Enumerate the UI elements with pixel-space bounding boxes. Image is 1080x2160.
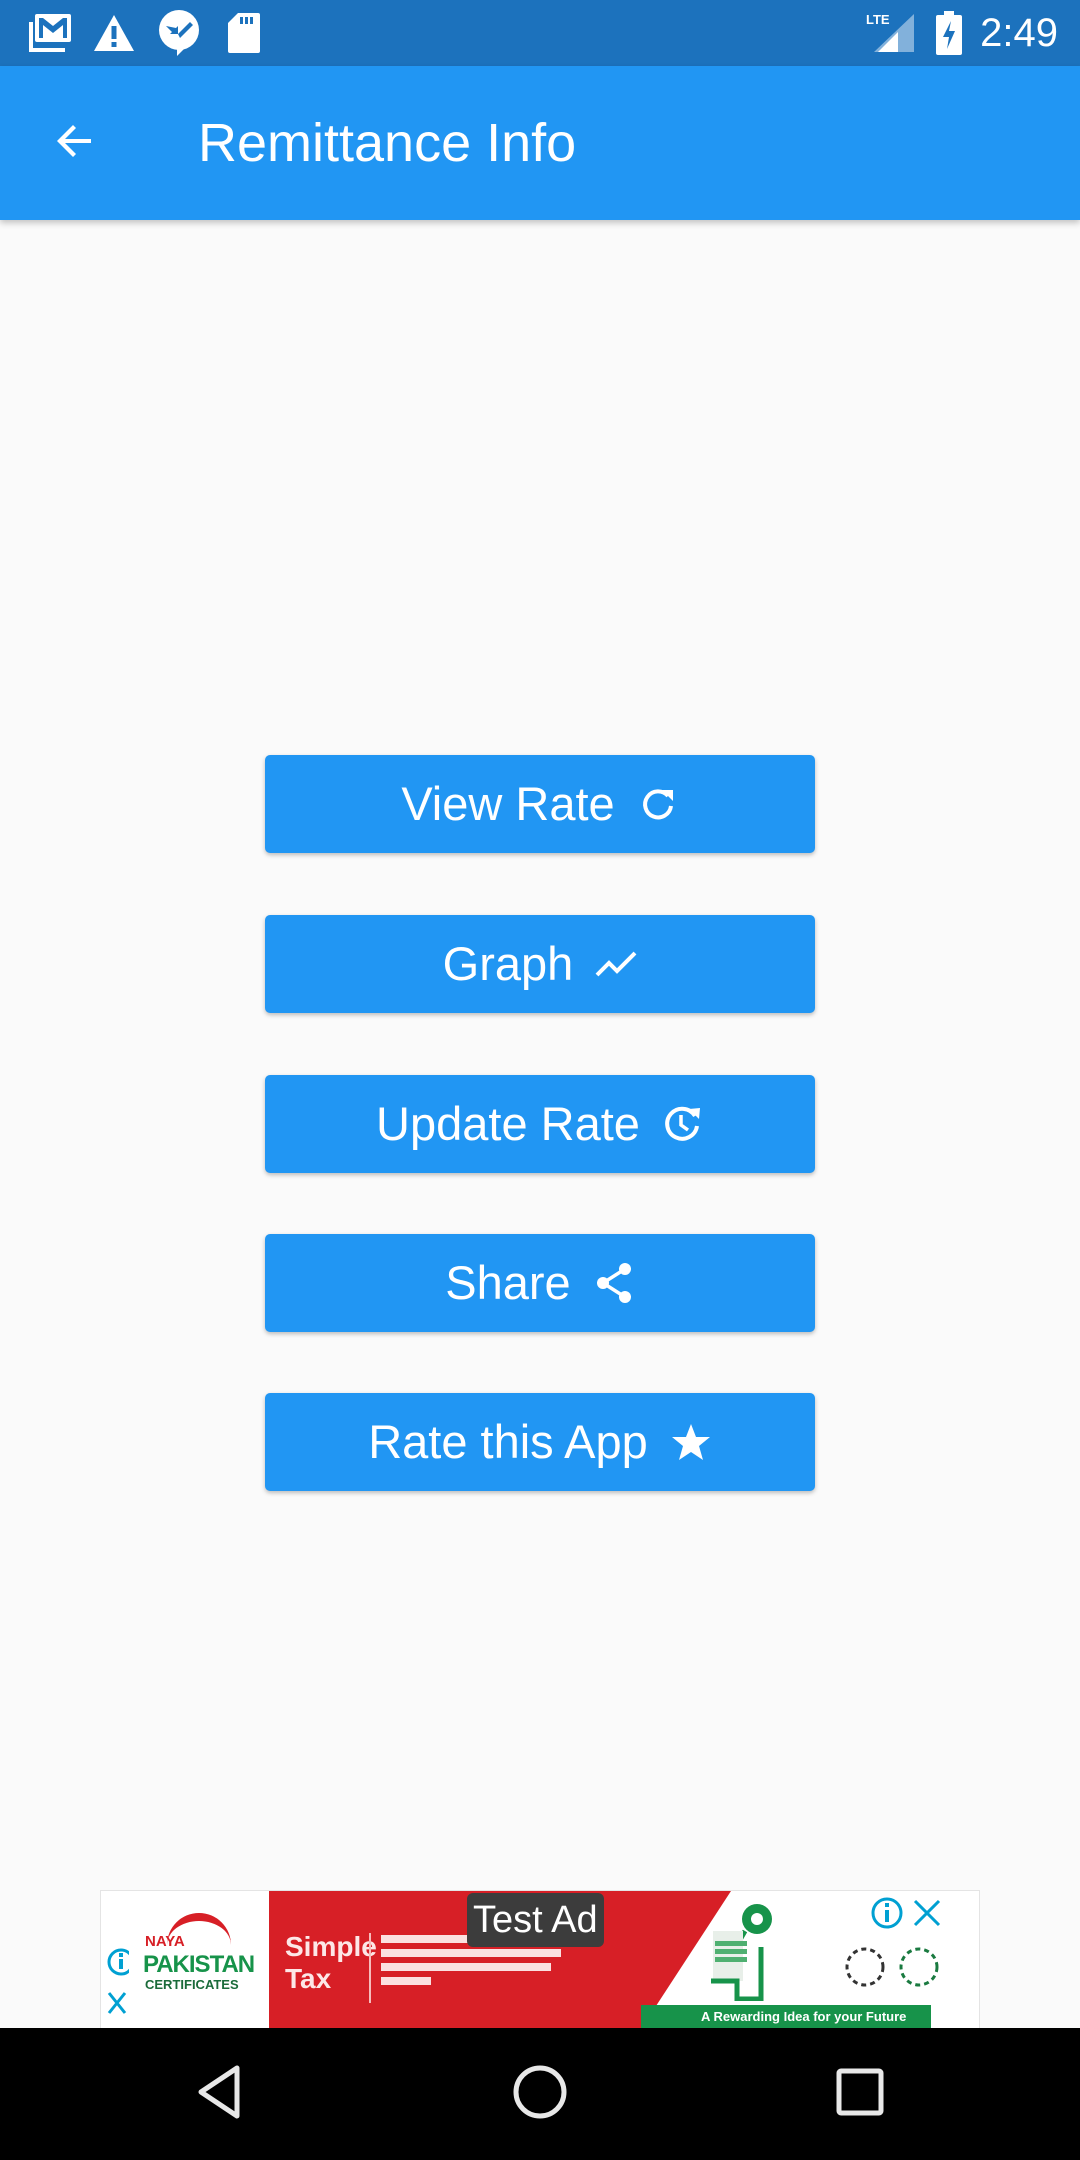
nav-back-button[interactable] (190, 2064, 250, 2124)
ad-brand-line2: PAKISTAN (143, 1951, 255, 1978)
clock: 2:49 (980, 11, 1058, 55)
gmail-icon (26, 12, 74, 54)
graph-button[interactable]: Graph (265, 915, 815, 1013)
share-label: Share (445, 1256, 571, 1309)
ad-brand-arc (167, 1913, 231, 1955)
view-rate-button[interactable]: View Rate (265, 755, 815, 853)
star-icon (670, 1421, 712, 1463)
status-bar: LTE 2:49 (0, 0, 1080, 66)
share-button[interactable]: Share (265, 1234, 815, 1332)
back-button[interactable] (42, 113, 108, 173)
share-icon (593, 1262, 635, 1304)
ad-brand-logo: NAYA PAKISTAN CERTIFICATES (101, 1891, 271, 2029)
view-rate-label: View Rate (401, 777, 615, 830)
warning-icon (92, 12, 136, 54)
update-rate-label: Update Rate (376, 1097, 640, 1150)
ad-divider (369, 1933, 371, 2003)
graph-label: Graph (442, 937, 574, 990)
ad-banner[interactable]: NAYA PAKISTAN CERTIFICATES Simple Tax A … (100, 1890, 980, 2030)
app-bar: Remittance Info (0, 66, 1080, 220)
ad-emblem (843, 1939, 947, 1999)
sd-card-icon (226, 12, 262, 54)
navigation-bar (0, 2028, 1080, 2160)
test-ad-badge: Test Ad (467, 1893, 604, 1947)
nav-home-button[interactable] (510, 2064, 570, 2124)
nav-home-icon (512, 2064, 568, 2125)
nav-recents-button[interactable] (830, 2064, 890, 2124)
nav-back-icon (195, 2064, 245, 2125)
svg-text:LTE: LTE (866, 12, 890, 27)
ad-close-icon-left[interactable] (107, 1991, 127, 2020)
info-icon[interactable] (869, 1895, 905, 1936)
page-title: Remittance Info (198, 113, 577, 173)
ad-brand-line3: CERTIFICATES (145, 1977, 239, 1992)
rate-app-button[interactable]: Rate this App (265, 1393, 815, 1491)
ad-footer: A Rewarding Idea for your Future (641, 2005, 931, 2029)
trending-up-icon (595, 943, 637, 985)
refresh-icon (637, 783, 679, 825)
rate-app-label: Rate this App (368, 1415, 648, 1468)
messenger-icon (156, 10, 202, 56)
battery-charging-icon (934, 11, 964, 55)
ad-headline: Simple Tax (285, 1931, 377, 1994)
close-icon[interactable] (911, 1897, 943, 1934)
nav-recents-icon (835, 2067, 885, 2122)
lte-signal-icon: LTE (864, 12, 916, 54)
update-rate-button[interactable]: Update Rate (265, 1075, 815, 1173)
update-icon (662, 1103, 704, 1145)
ad-certificate-icon (691, 1901, 781, 2006)
arrow-back-icon (51, 117, 99, 170)
ad-info-icon-left[interactable] (107, 1947, 135, 1982)
